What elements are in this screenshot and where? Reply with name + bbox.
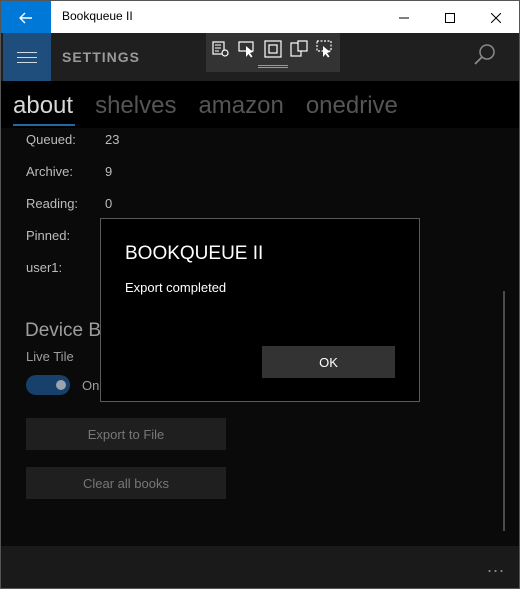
tab-onedrive[interactable]: onedrive [306, 92, 398, 126]
close-icon [491, 12, 501, 23]
live-tile-toggle[interactable] [26, 375, 70, 395]
close-button[interactable] [473, 1, 519, 34]
device-backup-heading: Device Backup [25, 320, 105, 341]
stat-label-user1: user1: [26, 260, 63, 275]
pointer-select-icon[interactable] [238, 40, 256, 58]
message-dialog: BOOKQUEUE II Export completed OK [100, 218, 420, 402]
bottom-app-bar: ... [1, 546, 519, 588]
select-element-icon[interactable] [212, 40, 230, 58]
minimize-button[interactable] [381, 1, 427, 34]
display-layout-adorners-icon[interactable] [316, 40, 334, 58]
stat-value-queued: 23 [105, 132, 120, 147]
track-focus-icon[interactable] [290, 40, 308, 58]
export-to-file-button[interactable]: Export to File [26, 418, 226, 450]
arrow-left-icon [19, 12, 32, 23]
tab-amazon[interactable]: amazon [198, 92, 283, 126]
live-tile-label: Live Tile [26, 349, 74, 364]
active-tab-indicator [13, 124, 75, 126]
minimize-icon [399, 17, 409, 18]
back-button[interactable] [1, 1, 51, 34]
ok-button[interactable]: OK [262, 346, 395, 378]
tab-about[interactable]: about [13, 92, 73, 126]
debug-toolbar [206, 33, 340, 72]
stat-label-reading: Reading: [26, 196, 79, 211]
stat-label-queued: Queued: [26, 132, 76, 147]
stat-label-pinned: Pinned: [26, 228, 71, 243]
page-title: SETTINGS [62, 49, 141, 65]
more-options-button[interactable]: ... [487, 556, 505, 577]
window-titlebar: Bookqueue II [0, 0, 520, 34]
hamburger-icon [17, 61, 37, 63]
stat-value-archive: 9 [105, 164, 113, 179]
maximize-icon [445, 12, 455, 23]
window-title: Bookqueue II [62, 9, 133, 23]
dialog-message: Export completed [125, 280, 227, 295]
layout-bounds-icon[interactable] [264, 40, 282, 58]
hamburger-icon [17, 56, 37, 58]
search-icon[interactable] [471, 41, 499, 69]
pivot-tabs: about shelves amazon onedrive [13, 92, 420, 126]
maximize-button[interactable] [427, 1, 473, 34]
tab-shelves[interactable]: shelves [95, 92, 176, 126]
vertical-scrollbar[interactable] [503, 291, 505, 531]
hamburger-icon [17, 51, 37, 53]
hamburger-menu-button[interactable] [3, 33, 51, 81]
stat-label-archive: Archive: [26, 164, 73, 179]
toggle-knob [56, 380, 66, 390]
clear-all-books-button[interactable]: Clear all books [26, 467, 226, 499]
toolbar-grip[interactable] [258, 65, 288, 68]
stat-value-reading: 0 [105, 196, 113, 211]
live-tile-toggle-state: On [82, 378, 100, 393]
dialog-title: BOOKQUEUE II [125, 243, 264, 264]
